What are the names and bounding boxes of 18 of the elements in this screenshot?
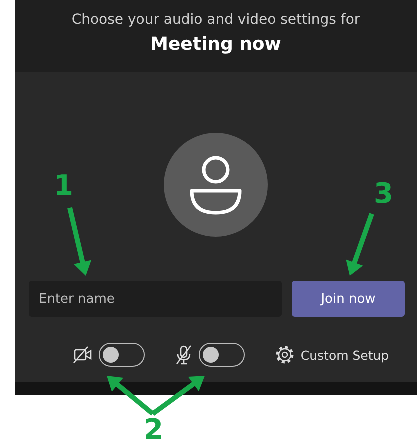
camera-off-icon [72,346,93,364]
annotation-arrow [68,207,92,276]
subtitle: Choose your audio and video settings for [72,12,360,28]
toggle-switch[interactable] [198,343,245,367]
annotation-arrow [152,376,205,416]
annotation-number: 1 [54,172,74,200]
custom-setup-button[interactable]: Custom Setup [274,345,390,365]
name-field[interactable]: Enter name [29,281,282,317]
settings-icon [274,345,295,365]
toggle-switch[interactable] [98,343,145,367]
annotation-number: 2 [144,416,164,444]
annotation-number: 3 [374,180,394,208]
join-button[interactable]: Join now [292,281,405,317]
annotation-arrow [346,213,374,276]
microphone-off-icon [174,345,193,365]
person-icon [188,155,244,215]
meeting-title: Meeting now [150,34,282,55]
annotation-arrow [107,376,155,416]
